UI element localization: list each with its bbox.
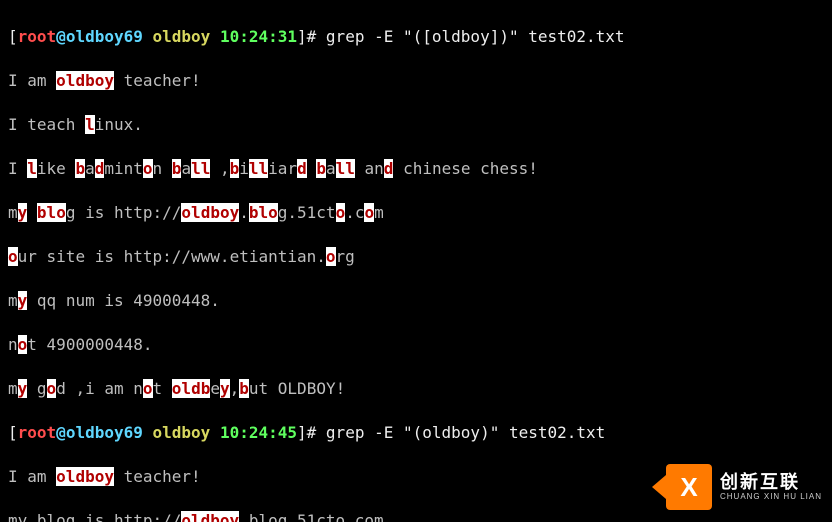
out2-line2: my blog is http://oldboy.blog.51cto.com	[8, 510, 824, 522]
out1-line2: I teach linux.	[8, 114, 824, 136]
out1-line7: not 4900000448.	[8, 334, 824, 356]
out1-line1: I am oldboy teacher!	[8, 70, 824, 92]
out1-line4: my blog is http://oldboy.blog.51cto.com	[8, 202, 824, 224]
watermark-logo-icon: X	[666, 464, 712, 510]
watermark: X 创新互联 CHUANG XIN HU LIAN	[666, 464, 822, 510]
prompt-line-1: [root@oldboy69 oldboy 10:24:31]# grep -E…	[8, 26, 824, 48]
out1-line3: I like badminton ball ,billiard ball and…	[8, 158, 824, 180]
out1-line6: my qq num is 49000448.	[8, 290, 824, 312]
watermark-text-pinyin: CHUANG XIN HU LIAN	[720, 493, 822, 502]
out1-line8: my god ,i am not oldbey,but OLDBOY!	[8, 378, 824, 400]
out1-line5: our site is http://www.etiantian.org	[8, 246, 824, 268]
terminal-output[interactable]: [root@oldboy69 oldboy 10:24:31]# grep -E…	[0, 0, 832, 522]
watermark-text-cn: 创新互联	[720, 473, 822, 493]
command-1: grep -E "([oldboy])" test02.txt	[326, 27, 625, 46]
prompt-line-2: [root@oldboy69 oldboy 10:24:45]# grep -E…	[8, 422, 824, 444]
command-2: grep -E "(oldboy)" test02.txt	[326, 423, 605, 442]
text-cursor-ibeam: t	[538, 423, 548, 442]
